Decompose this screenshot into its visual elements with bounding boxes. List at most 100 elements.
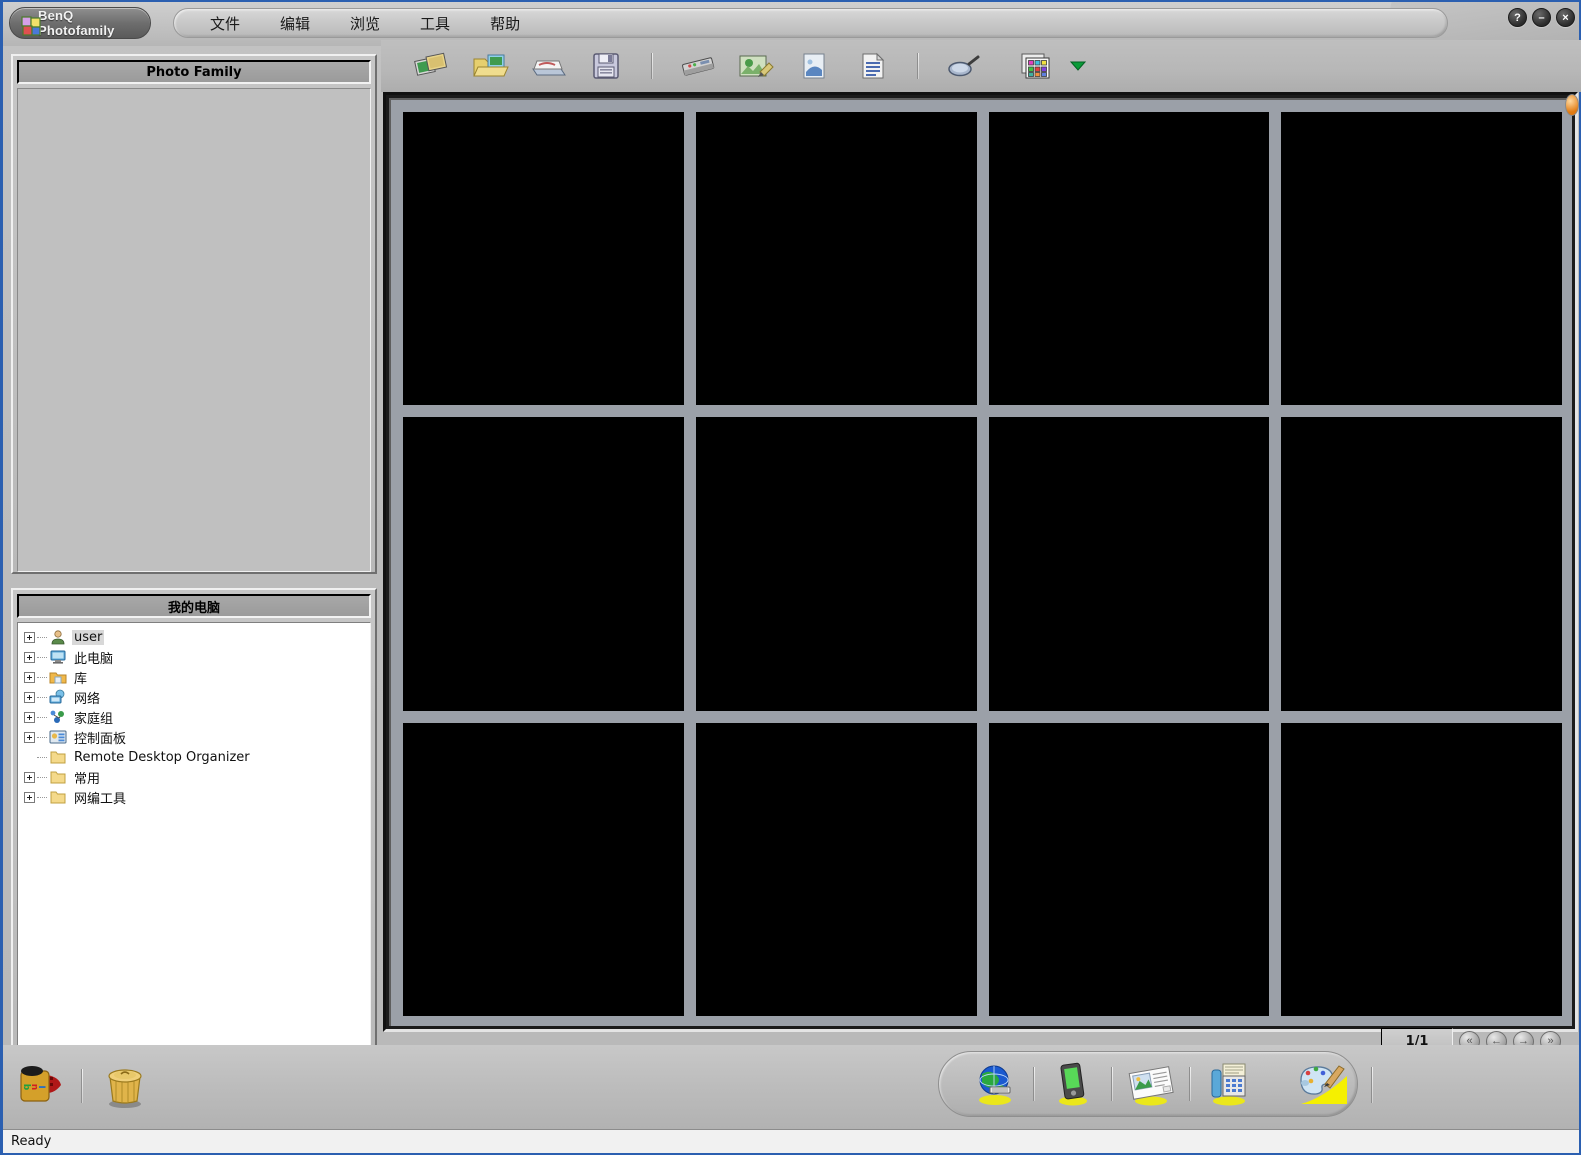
tree-item-network[interactable]: 网络 (24, 687, 370, 707)
status-text: Ready (11, 1134, 52, 1149)
tree-item-web-tools[interactable]: 网编工具 (24, 787, 370, 807)
tree-connector (37, 676, 47, 678)
expand-toggle-icon[interactable] (24, 791, 35, 803)
tree-item-label: Remote Desktop Organizer (74, 749, 250, 765)
chevron-down-icon (1070, 61, 1086, 71)
acquire-scanner-button[interactable] (519, 44, 577, 88)
photofamily-panel-body[interactable] (17, 88, 371, 572)
scanner-icon (532, 60, 566, 76)
thumbnail-cell[interactable] (1281, 417, 1562, 711)
expand-toggle-icon[interactable] (24, 651, 35, 663)
send-to-pda-button[interactable] (1045, 1058, 1101, 1110)
trash-button[interactable] (97, 1060, 153, 1112)
tree-item-this-pc[interactable]: 此电脑 (24, 647, 370, 667)
details-list-button[interactable] (843, 44, 901, 88)
tree-item-label: user (72, 629, 105, 645)
card-reader-icon (682, 57, 715, 76)
edit-image-button[interactable] (727, 44, 785, 88)
fax-photo-button[interactable] (1201, 1058, 1257, 1110)
card-reader-button[interactable] (669, 44, 727, 88)
thumbnail-grid (403, 112, 1562, 1016)
floppy-disk-icon (593, 53, 619, 79)
new-album-button[interactable] (403, 44, 461, 88)
tree-item-label: 库 (74, 671, 88, 687)
tree-item-label: 常用 (74, 771, 101, 787)
inbox-film-button[interactable]: I n b (11, 1060, 67, 1112)
thumbnail-cell[interactable] (695, 722, 977, 1016)
menu-bar: 文件 编辑 浏览 工具 帮助 (173, 8, 1448, 38)
menu-browse[interactable]: 浏览 (346, 11, 384, 36)
expand-toggle-icon[interactable] (24, 731, 35, 743)
thumbnail-cell[interactable] (988, 417, 1270, 711)
thumbnail-cell[interactable] (403, 417, 684, 711)
bottom-toolbar-area: I n b (3, 1045, 1579, 1129)
tree-item-library[interactable]: 库 (24, 667, 370, 687)
bottom-left-tools: I n b (11, 1053, 153, 1119)
tree-item-user[interactable]: user (24, 627, 370, 647)
computer-icon (50, 650, 66, 664)
control-panel-icon (49, 730, 67, 744)
expand-toggle-icon[interactable] (24, 691, 35, 703)
thumbnail-cell[interactable] (1281, 112, 1562, 406)
tree-item-common[interactable]: 常用 (24, 767, 370, 787)
bottom-tool-separator (1033, 1067, 1035, 1101)
photos-stack-icon (414, 52, 448, 76)
thumbnail-cell[interactable] (988, 112, 1270, 406)
thumbnail-cell[interactable] (695, 417, 977, 711)
tree-item-homegroup[interactable]: 家庭组 (24, 707, 370, 727)
publish-web-button[interactable] (967, 1058, 1023, 1110)
vertical-scrollbar-thumb[interactable] (1565, 94, 1579, 116)
expand-toggle-icon (24, 752, 35, 763)
thumbnail-cell[interactable] (403, 722, 684, 1016)
brand-label: BenQ Photofamily (38, 8, 115, 38)
mycomputer-panel: 我的电脑 user 此电脑 库 网络 家庭组 控制面板 Remote Deskt… (11, 588, 377, 1064)
expand-toggle-icon[interactable] (24, 631, 35, 643)
open-folder-button[interactable] (461, 44, 519, 88)
save-button[interactable] (577, 44, 635, 88)
expand-toggle-icon[interactable] (24, 771, 35, 783)
brand-button[interactable]: BenQ Photofamily (9, 7, 151, 39)
menu-file[interactable]: 文件 (206, 11, 244, 36)
trash-can-icon (108, 1069, 142, 1108)
bottom-left-separator (81, 1069, 83, 1103)
tree-connector (37, 776, 47, 778)
minimize-button[interactable]: – (1532, 8, 1551, 27)
tree-item-label: 网络 (74, 691, 101, 707)
status-bar: Ready (3, 1129, 1579, 1153)
homegroup-icon (50, 710, 64, 723)
magnifier-pan-icon (948, 55, 980, 77)
expand-toggle-icon[interactable] (24, 671, 35, 683)
close-button[interactable]: × (1556, 8, 1575, 27)
main-toolbar (381, 40, 1581, 92)
paint-palette-button[interactable] (1293, 1059, 1353, 1111)
tree-connector (37, 796, 47, 798)
tree-connector (37, 656, 47, 658)
help-button[interactable]: ? (1508, 8, 1527, 27)
folder-icon (50, 771, 66, 784)
thumbnail-viewer-inner (389, 98, 1572, 1026)
email-postcard-icon (1128, 1066, 1174, 1106)
menu-edit[interactable]: 编辑 (276, 11, 314, 36)
menu-tools[interactable]: 工具 (416, 11, 454, 36)
tree-item-label: 控制面板 (74, 731, 127, 747)
thumbnail-cell[interactable] (988, 722, 1270, 1016)
tree-item-control-panel[interactable]: 控制面板 (24, 727, 370, 747)
tree-connector (37, 696, 47, 698)
thumbnail-cell[interactable] (1281, 722, 1562, 1016)
photofamily-panel-header: Photo Family (17, 60, 371, 84)
thumbnail-grid-icon (1021, 53, 1050, 79)
thumbnail-view-button[interactable] (1007, 44, 1065, 88)
mycomputer-panel-header: 我的电脑 (17, 594, 371, 618)
folder-tree[interactable]: user 此电脑 库 网络 家庭组 控制面板 Remote Desktop Or… (17, 622, 371, 1062)
globe-web-icon (979, 1065, 1011, 1105)
thumbnail-cell[interactable] (403, 112, 684, 406)
slideshow-button[interactable] (785, 44, 843, 88)
thumbnail-cell[interactable] (695, 112, 977, 406)
search-button[interactable] (935, 44, 993, 88)
email-photo-button[interactable] (1123, 1058, 1179, 1110)
expand-toggle-icon[interactable] (24, 711, 35, 723)
menu-help[interactable]: 帮助 (486, 11, 524, 36)
view-dropdown-button[interactable] (1065, 44, 1091, 88)
tree-connector (37, 736, 47, 738)
tree-item-remote-desktop-organizer[interactable]: Remote Desktop Organizer (24, 747, 370, 767)
